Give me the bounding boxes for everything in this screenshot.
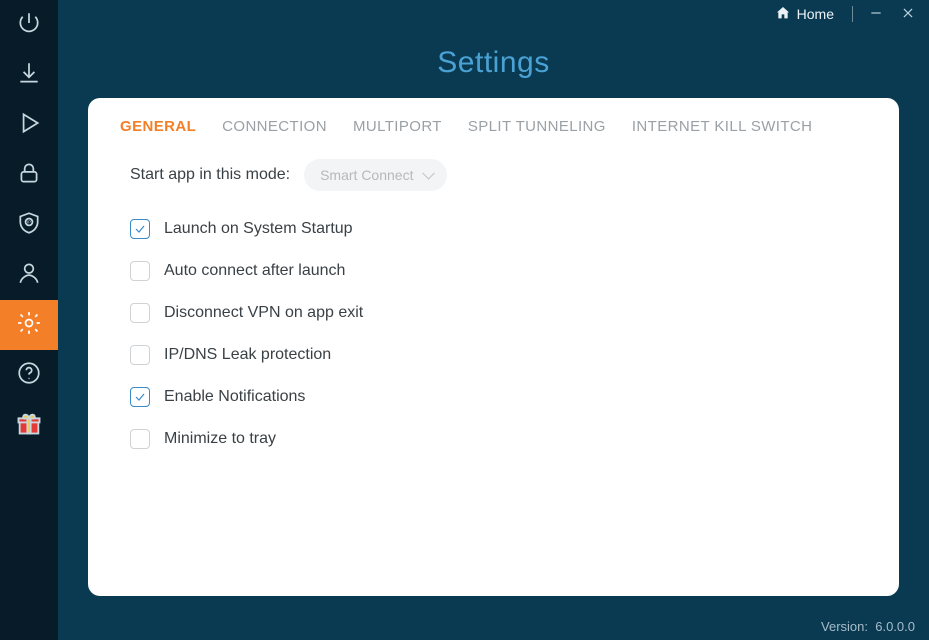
settings-panel: GENERAL CONNECTION MULTIPORT SPLIT TUNNE… <box>88 98 899 596</box>
start-mode-label: Start app in this mode: <box>130 166 290 184</box>
home-button[interactable]: Home <box>767 5 842 24</box>
option-label: Minimize to tray <box>164 430 276 448</box>
version-footer: Version: 6.0.0.0 <box>821 619 915 634</box>
option-label: Auto connect after launch <box>164 262 345 280</box>
minimize-button[interactable] <box>863 1 889 27</box>
option-label: Enable Notifications <box>164 388 305 406</box>
start-mode-select[interactable]: Smart Connect <box>304 159 447 191</box>
sidebar-item-download[interactable] <box>0 50 58 100</box>
topbar-separator <box>852 6 853 22</box>
checkbox[interactable] <box>130 387 150 407</box>
checkbox[interactable] <box>130 303 150 323</box>
power-icon <box>16 10 42 41</box>
topbar: Home <box>58 0 929 28</box>
user-icon <box>16 260 42 291</box>
tab-split-tunneling[interactable]: SPLIT TUNNELING <box>468 118 606 135</box>
sidebar-item-play[interactable] <box>0 100 58 150</box>
tab-general[interactable]: GENERAL <box>120 118 196 135</box>
version-label: Version: <box>821 619 868 634</box>
tab-multiport[interactable]: MULTIPORT <box>353 118 442 135</box>
option-label: Launch on System Startup <box>164 220 353 238</box>
option-auto-connect[interactable]: Auto connect after launch <box>130 261 867 281</box>
gift-icon <box>15 409 43 442</box>
page-title: Settings <box>58 46 929 80</box>
sidebar-item-help[interactable] <box>0 350 58 400</box>
title-area: Settings <box>58 28 929 98</box>
home-icon <box>775 5 791 24</box>
sidebar: IP <box>0 0 58 640</box>
checkbox[interactable] <box>130 429 150 449</box>
svg-text:IP: IP <box>27 219 31 224</box>
option-label: Disconnect VPN on app exit <box>164 304 363 322</box>
start-mode-row: Start app in this mode: Smart Connect <box>130 159 867 191</box>
check-icon <box>134 223 146 235</box>
checkbox[interactable] <box>130 261 150 281</box>
tabs: GENERAL CONNECTION MULTIPORT SPLIT TUNNE… <box>120 118 867 135</box>
play-icon <box>16 110 42 141</box>
option-launch-on-startup[interactable]: Launch on System Startup <box>130 219 867 239</box>
option-ip-dns-leak[interactable]: IP/DNS Leak protection <box>130 345 867 365</box>
home-label: Home <box>797 6 834 22</box>
tab-internet-kill-switch[interactable]: INTERNET KILL SWITCH <box>632 118 813 135</box>
help-icon <box>16 360 42 391</box>
lock-icon <box>16 160 42 191</box>
sidebar-item-power[interactable] <box>0 0 58 50</box>
sidebar-item-gift[interactable] <box>0 400 58 450</box>
option-label: IP/DNS Leak protection <box>164 346 331 364</box>
main-area: Home Settings GENERAL CONNECTION MULTIPO… <box>58 0 929 640</box>
sidebar-item-settings[interactable] <box>0 300 58 350</box>
start-mode-selected: Smart Connect <box>320 167 413 183</box>
ip-shield-icon: IP <box>16 210 42 241</box>
sidebar-item-lock[interactable] <box>0 150 58 200</box>
gear-icon <box>16 310 42 341</box>
close-button[interactable] <box>895 1 921 27</box>
close-icon <box>901 6 915 23</box>
option-minimize-to-tray[interactable]: Minimize to tray <box>130 429 867 449</box>
version-value: 6.0.0.0 <box>875 619 915 634</box>
download-icon <box>16 60 42 91</box>
check-icon <box>134 391 146 403</box>
tab-connection[interactable]: CONNECTION <box>222 118 327 135</box>
checkbox[interactable] <box>130 219 150 239</box>
sidebar-item-profile[interactable] <box>0 250 58 300</box>
option-disconnect-on-exit[interactable]: Disconnect VPN on app exit <box>130 303 867 323</box>
option-list: Launch on System Startup Auto connect af… <box>130 219 867 449</box>
sidebar-item-ip[interactable]: IP <box>0 200 58 250</box>
checkbox[interactable] <box>130 345 150 365</box>
option-enable-notifications[interactable]: Enable Notifications <box>130 387 867 407</box>
minimize-icon <box>869 6 883 23</box>
